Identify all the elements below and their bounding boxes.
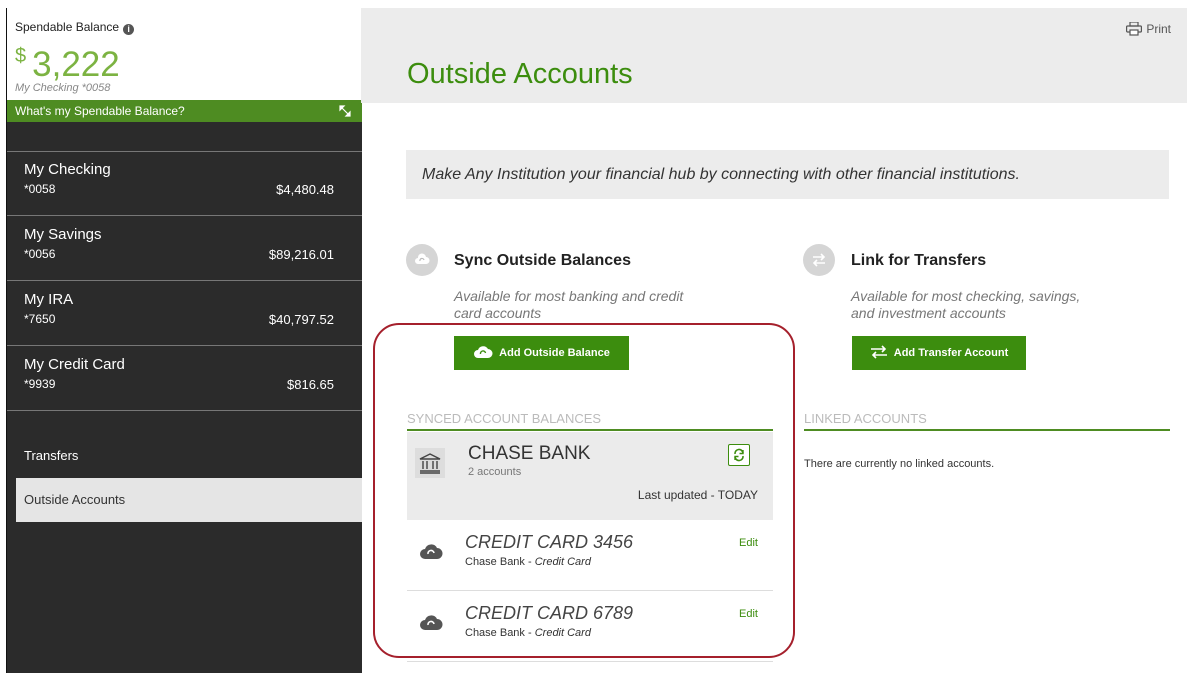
- last-updated-text: Last updated - TODAY: [637, 488, 758, 502]
- nav-outside-accounts-label: Outside Accounts: [24, 492, 126, 507]
- synced-account-name: CREDIT CARD 3456: [465, 532, 634, 552]
- synced-account-bank: Chase Bank: [465, 627, 525, 639]
- spendable-balance-amount: 3,222: [32, 45, 120, 84]
- synced-account-name: CREDIT CARD 6789: [465, 603, 634, 623]
- nav-transfers[interactable]: Transfers: [7, 438, 362, 474]
- synced-account-row: CREDIT CARD 6789 Chase Bank - Credit Car…: [407, 591, 773, 662]
- bank-name: CHASE BANK: [468, 443, 591, 464]
- synced-account-row: CREDIT CARD 3456 Chase Bank - Credit Car…: [407, 520, 773, 591]
- transfer-arrows-icon: [803, 244, 835, 276]
- add-outside-balance-button[interactable]: Add Outside Balance: [454, 336, 629, 370]
- spendable-balance-card: Spendable Balance i $3,222 My Checking *0…: [7, 8, 362, 100]
- edit-link[interactable]: Edit: [739, 537, 758, 549]
- account-number: *0056: [24, 247, 56, 261]
- info-banner: Make Any Institution your financial hub …: [406, 150, 1169, 199]
- sync-desc-line2: card accounts: [454, 305, 542, 321]
- nav-transfers-label: Transfers: [24, 448, 79, 463]
- account-item-checking[interactable]: My Checking *0058 $4,480.48: [7, 151, 362, 216]
- info-banner-text: Make Any Institution your financial hub …: [422, 166, 1020, 183]
- account-item-savings[interactable]: My Savings *0056 $89,216.01: [7, 216, 362, 281]
- page-header: Outside Accounts Print: [361, 8, 1187, 103]
- print-icon: [1126, 21, 1143, 36]
- account-name: My Credit Card: [24, 356, 125, 373]
- transfer-arrows-icon: [870, 345, 887, 359]
- cloud-sync-icon: [406, 244, 438, 276]
- spendable-balance-account: My Checking *0058: [15, 82, 111, 94]
- account-balance: $816.65: [287, 377, 334, 392]
- print-label: Print: [1146, 22, 1171, 36]
- link-desc-line1: Available for most checking, savings,: [851, 288, 1081, 304]
- account-balance: $89,216.01: [268, 247, 334, 262]
- page-title: Outside Accounts: [407, 58, 633, 90]
- synced-account-type: Credit Card: [534, 627, 591, 639]
- linked-accounts-heading: LINKED ACCOUNTS: [804, 411, 1170, 431]
- link-section-title: Link for Transfers: [851, 252, 987, 269]
- sync-section-description: Available for most banking and credit ca…: [454, 288, 683, 322]
- account-item-credit-card[interactable]: My Credit Card *9939 $816.65: [7, 346, 362, 411]
- info-icon[interactable]: i: [123, 24, 135, 35]
- spendable-balance-label-wrap: Spendable Balance i: [15, 20, 135, 35]
- cloud-sync-icon: [420, 615, 443, 630]
- sync-desc-line1: Available for most banking and credit: [454, 288, 684, 304]
- sync-section-title: Sync Outside Balances: [454, 252, 631, 269]
- synced-account-type: Credit Card: [534, 556, 591, 568]
- whats-my-spendable-balance[interactable]: What's my Spendable Balance?: [7, 100, 362, 122]
- frame-top: [0, 0, 1187, 8]
- divider: [7, 151, 362, 152]
- print-button[interactable]: Print: [1126, 21, 1171, 36]
- cloud-sync-icon: [474, 346, 493, 358]
- synced-account-details: Chase Bank - Credit Card: [465, 556, 591, 568]
- synced-accounts-heading: SYNCED ACCOUNT BALANCES: [407, 411, 773, 431]
- bank-icon: [415, 448, 445, 478]
- nav-outside-accounts[interactable]: Outside Accounts: [16, 478, 362, 522]
- synced-account-details: Chase Bank - Credit Card: [465, 627, 591, 639]
- edit-link[interactable]: Edit: [739, 608, 758, 620]
- account-name: My Checking: [24, 161, 111, 178]
- synced-account-bank: Chase Bank: [465, 556, 525, 568]
- cloud-sync-icon: [420, 544, 443, 559]
- expand-icon[interactable]: [338, 104, 352, 118]
- account-number: *0058: [24, 182, 56, 196]
- account-name: My Savings: [24, 226, 102, 243]
- spendable-balance-label: Spendable Balance: [15, 20, 120, 34]
- currency-symbol: $: [15, 45, 27, 67]
- account-number: *9939: [24, 377, 56, 391]
- add-transfer-account-button[interactable]: Add Transfer Account: [852, 336, 1026, 370]
- account-balance: $4,480.48: [276, 182, 334, 197]
- account-number: *7650: [24, 312, 56, 326]
- account-item-ira[interactable]: My IRA *7650 $40,797.52: [7, 281, 362, 346]
- no-linked-accounts-text: There are currently no linked accounts.: [804, 458, 995, 470]
- spendable-balance-amount-wrap: $3,222: [15, 36, 120, 85]
- add-transfer-account-label: Add Transfer Account: [893, 347, 1009, 359]
- refresh-icon: [734, 448, 744, 462]
- whats-label: What's my Spendable Balance?: [15, 104, 185, 118]
- account-balance: $40,797.52: [268, 312, 334, 327]
- link-desc-line2: and investment accounts: [851, 305, 1006, 321]
- sidebar: Spendable Balance i $3,222 My Checking *0…: [6, 8, 362, 673]
- bank-group-chase: CHASE BANK 2 accounts Last updated - TOD…: [407, 432, 773, 520]
- add-outside-balance-label: Add Outside Balance: [499, 347, 610, 359]
- refresh-button[interactable]: [728, 444, 750, 466]
- account-name: My IRA: [24, 291, 74, 308]
- link-section-description: Available for most checking, savings, an…: [851, 288, 1080, 322]
- bank-account-count: 2 accounts: [468, 466, 522, 478]
